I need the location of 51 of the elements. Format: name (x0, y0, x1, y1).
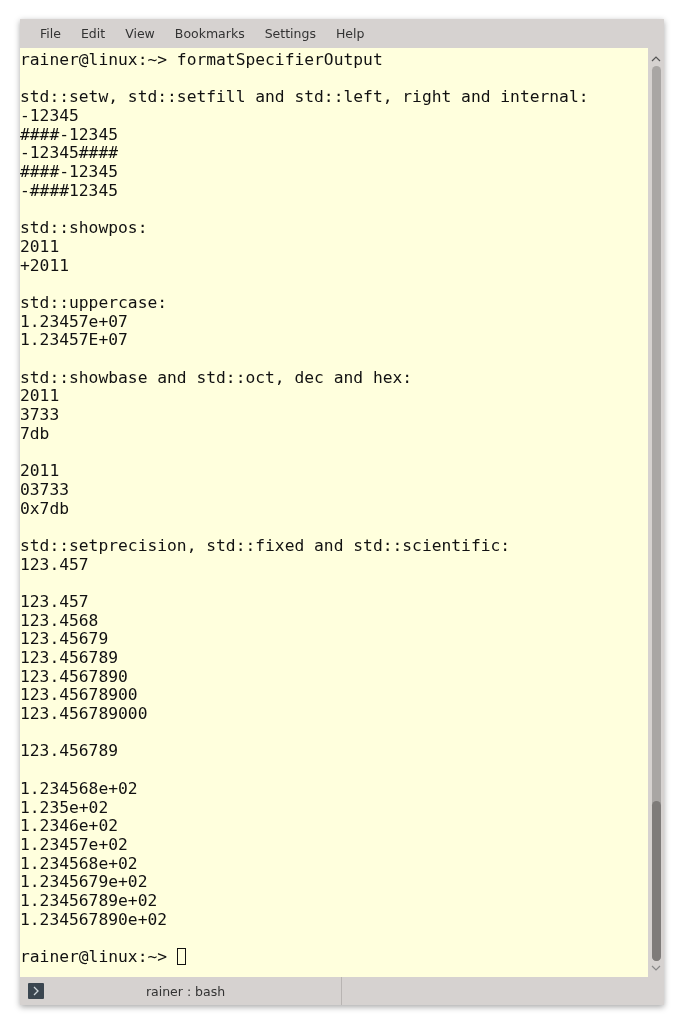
terminal-line: 2011 (20, 387, 61, 407)
terminal-line: 1.234567890e+02 (20, 910, 169, 930)
terminal-line: 123.4567890 (20, 667, 129, 687)
terminal-line: ####-12345 (20, 163, 120, 182)
terminal-line: 1.23456789e+02 (20, 891, 159, 911)
terminal-line: rainer@linux:~> formatSpecifierOutput (20, 51, 384, 70)
terminal-line: -12345#### (20, 144, 120, 164)
terminal-line: std::showpos: (20, 219, 149, 238)
session-tab[interactable]: rainer : bash (20, 977, 342, 1005)
terminal-line: 03733 (20, 480, 70, 500)
menu-item[interactable]: Settings (254, 26, 326, 41)
terminal-line: 123.456789 (20, 649, 120, 668)
terminal-line: 123.456789 (20, 742, 120, 762)
terminal-line: 1.2346e+02 (20, 817, 120, 836)
terminal-line: 3733 (20, 406, 61, 425)
menu-item[interactable]: View (115, 26, 165, 41)
terminal-line: -12345 (20, 107, 80, 126)
menu-item[interactable]: File (30, 26, 71, 41)
terminal-line: 123.45679 (20, 630, 110, 649)
terminal-line: 1.23457e+02 (20, 835, 129, 855)
terminal-line: std::setw, std::setfill and std::left, right and internal: (20, 88, 590, 108)
menu-item[interactable]: Edit (70, 26, 116, 41)
terminal-line: 7db (20, 424, 51, 444)
terminal-line: ####-12345 (20, 125, 120, 145)
terminal-line: std::uppercase: (20, 293, 169, 313)
menu-item[interactable]: Help (325, 26, 375, 41)
chevron-up-icon[interactable] (651, 56, 661, 62)
scroll-thumb[interactable] (651, 801, 661, 961)
terminal-line: 123.456789000 (20, 705, 149, 724)
terminal-line: 1.2345679e+02 (20, 873, 149, 892)
terminal-line: -####12345 (20, 181, 120, 201)
terminal-line: +2011 (20, 256, 70, 276)
prompt-text: rainer@linux:~> (20, 947, 169, 966)
terminal-line: 123.4568 (20, 611, 100, 631)
terminal-line: std::showbase and std::oct, dec and hex: (20, 368, 414, 388)
terminal-line: 123.457 (20, 592, 90, 612)
terminal-line: 123.45678900 (20, 686, 139, 706)
terminal-line: 1.234568e+02 (20, 854, 139, 874)
terminal-line: std::setprecision, std::fixed and std::scientific: (20, 536, 512, 556)
tab-label: rainer : bash (144, 983, 227, 999)
chevron-down-icon[interactable] (651, 965, 661, 971)
terminal-line: 1.234568e+02 (20, 779, 139, 799)
terminal-line: 1.235e+02 (20, 798, 110, 818)
terminal-icon (28, 983, 44, 999)
terminal-line: 123.457 (20, 555, 90, 575)
terminal-line: 2011 (20, 237, 61, 257)
menu-item[interactable]: Bookmarks (164, 26, 255, 41)
terminal-line: 2011 (20, 462, 61, 481)
terminal-line: 1.23457e+07 (20, 312, 129, 332)
terminal-line: 1.23457E+07 (20, 331, 129, 350)
terminal-line: 0x7db (20, 499, 70, 519)
